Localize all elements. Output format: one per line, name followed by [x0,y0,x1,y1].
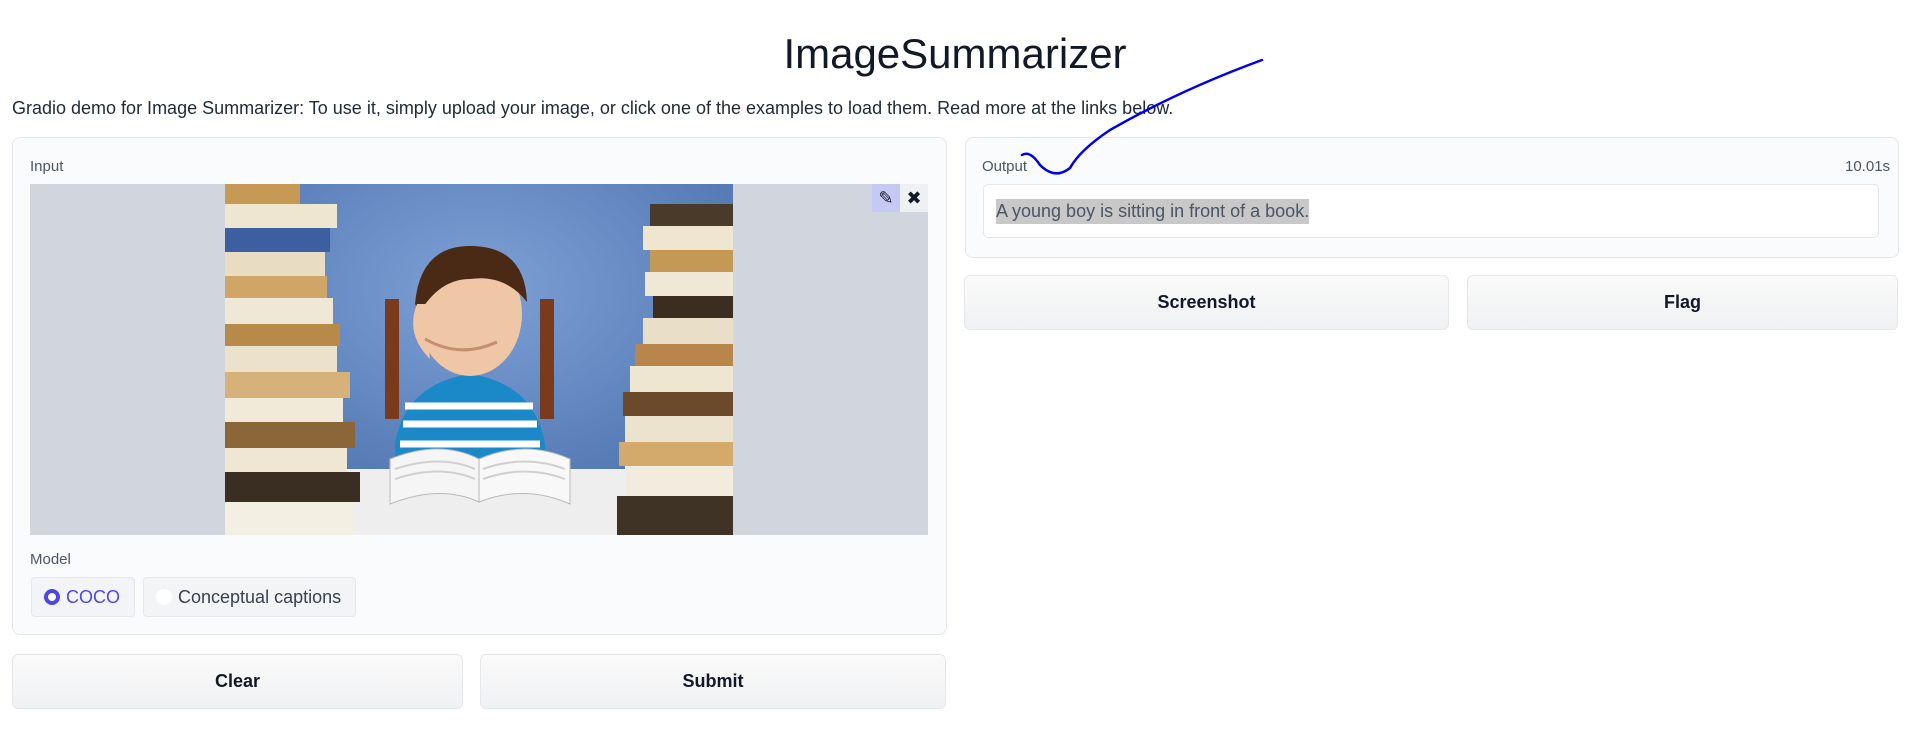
radio-option-conceptual-captions[interactable]: Conceptual captions [143,577,357,617]
close-icon[interactable]: ✖ [900,184,928,212]
radio-unselected-icon [156,589,172,605]
radio-option-label: COCO [66,586,120,607]
submit-button[interactable]: Submit [480,654,946,709]
output-textbox[interactable]: A young boy is sitting in front of a boo… [983,184,1879,238]
flag-button[interactable]: Flag [1467,275,1898,330]
page-title: ImageSummarizer [783,30,1127,77]
output-text: A young boy is sitting in front of a boo… [996,198,1310,224]
radio-option-coco[interactable]: COCO [31,577,135,617]
uploaded-image [225,184,733,535]
inference-timer: 10.01s [1845,158,1891,175]
image-toolbar: ✎ ✖ [872,184,928,212]
model-radio-group: COCO Conceptual captions [31,577,357,617]
radio-option-label: Conceptual captions [178,586,342,607]
screenshot-button[interactable]: Screenshot [964,275,1449,330]
image-upload-area[interactable]: ✎ ✖ [30,184,928,535]
page-description: Gradio demo for Image Summarizer: To use… [12,98,1174,118]
output-label: Output [982,158,1028,175]
radio-selected-icon [44,589,60,605]
clear-button[interactable]: Clear [12,654,463,709]
pencil-icon[interactable]: ✎ [872,184,900,212]
input-label: Input [30,158,64,175]
model-label: Model [30,551,71,568]
